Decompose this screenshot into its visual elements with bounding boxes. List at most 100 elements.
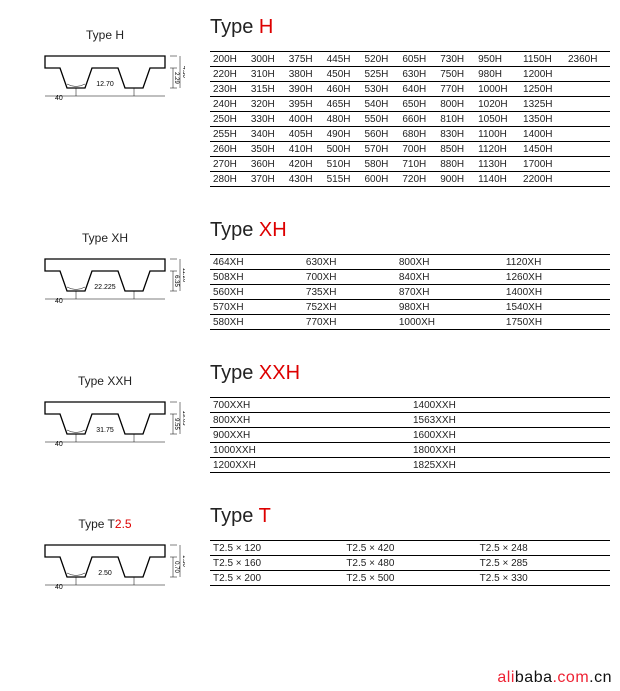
wm-part: .cn	[589, 669, 612, 686]
table-cell: 560H	[362, 127, 400, 142]
diagram-title-suffix: XH	[111, 231, 128, 245]
table-cell: 270H	[210, 157, 248, 172]
table-cell: 260H	[210, 142, 248, 157]
table-cell: 320H	[248, 97, 286, 112]
table-cell: 550H	[362, 112, 400, 127]
table-cell: 240H	[210, 97, 248, 112]
table-cell: 1140H	[475, 172, 520, 187]
table-cell: 430H	[286, 172, 324, 187]
table-cell: 465H	[324, 97, 362, 112]
svg-text:31.75: 31.75	[96, 427, 114, 434]
table-cell: 750H	[437, 67, 475, 82]
svg-text:40: 40	[55, 584, 63, 591]
table-cell: 1260XH	[503, 270, 610, 285]
table-cell: 370H	[248, 172, 286, 187]
section-type-xxh: Type XXH 31.75 40 9.55 19.05 Type XXH 70…	[0, 330, 620, 473]
table-row: 200H300H375H445H520H605H730H950H1150H236…	[210, 52, 610, 67]
table-cell: 410H	[286, 142, 324, 157]
section-type-xh: Type XH 22.225 40 6.35 11.20 Type XH 464…	[0, 187, 620, 330]
table-cell: 460H	[324, 82, 362, 97]
data-col-xh: Type XH 464XH630XH800XH1120XH508XH700XH8…	[210, 211, 620, 330]
heading-prefix: Type	[210, 362, 259, 384]
table-cell: 450H	[324, 67, 362, 82]
table-cell	[565, 112, 610, 127]
heading-prefix: Type	[210, 219, 259, 241]
table-cell: 1150H	[520, 52, 565, 67]
wm-part: ali	[497, 669, 515, 686]
table-cell: 2200H	[520, 172, 565, 187]
table-cell: 800XH	[396, 255, 503, 270]
diagram-title-suffix-red: 2.5	[115, 517, 132, 531]
section-type-t: Type T2.5 2.50 40 0.70 1.30 Type T T2.5 …	[0, 473, 620, 593]
belt-profile-icon: 2.50 40 0.70 1.30	[25, 533, 185, 593]
table-cell: T2.5 × 120	[210, 541, 343, 556]
belt-profile-icon: 12.70 40 2.29 4.30	[25, 44, 185, 104]
table-cell: T2.5 × 248	[477, 541, 610, 556]
wm-part: .com	[552, 669, 589, 686]
table-cell: 300H	[248, 52, 286, 67]
svg-text:0.70: 0.70	[173, 561, 179, 573]
table-cell: 1050H	[475, 112, 520, 127]
table-cell: 510H	[324, 157, 362, 172]
diagram-col-h: Type H 12.70 40 2.29 4.30	[0, 8, 210, 104]
svg-text:2.29: 2.29	[173, 72, 179, 84]
table-row: 1200XXH1825XXH	[210, 458, 610, 473]
table-row: 560XH735XH870XH1400XH	[210, 285, 610, 300]
alibaba-watermark: alibaba.com.cn	[497, 669, 612, 687]
table-cell: 464XH	[210, 255, 303, 270]
table-cell: 630H	[399, 67, 437, 82]
table-cell: 1200H	[520, 67, 565, 82]
table-cell: T2.5 × 420	[343, 541, 476, 556]
table-cell: 395H	[286, 97, 324, 112]
table-cell: 360H	[248, 157, 286, 172]
spec-table-xh: 464XH630XH800XH1120XH508XH700XH840XH1260…	[210, 254, 610, 330]
table-cell: 900XXH	[210, 428, 410, 443]
table-cell: T2.5 × 330	[477, 571, 610, 586]
table-cell: 500H	[324, 142, 362, 157]
table-cell: 1350H	[520, 112, 565, 127]
table-cell	[565, 67, 610, 82]
table-cell: 605H	[399, 52, 437, 67]
belt-profile-icon: 22.225 40 6.35 11.20	[25, 247, 185, 307]
table-cell	[565, 82, 610, 97]
spec-table-xxh: 700XXH1400XXH800XXH1563XXH900XXH1600XXH1…	[210, 397, 610, 473]
diagram-title-prefix: Type	[86, 28, 115, 42]
table-cell: 730H	[437, 52, 475, 67]
diagram-title-prefix: Type	[82, 231, 111, 245]
table-cell: 310H	[248, 67, 286, 82]
table-row: 270H360H420H510H580H710H880H1130H1700H	[210, 157, 610, 172]
table-cell: 650H	[399, 97, 437, 112]
table-cell: 830H	[437, 127, 475, 142]
table-cell: 720H	[399, 172, 437, 187]
table-cell: T2.5 × 480	[343, 556, 476, 571]
table-row: 240H320H395H465H540H650H800H1020H1325H	[210, 97, 610, 112]
diagram-title-t: Type T2.5	[78, 517, 131, 531]
table-cell: 570H	[362, 142, 400, 157]
diagram-col-xxh: Type XXH 31.75 40 9.55 19.05	[0, 354, 210, 450]
table-cell: 340H	[248, 127, 286, 142]
table-row: 570XH752XH980XH1540XH	[210, 300, 610, 315]
table-cell: 1000XH	[396, 315, 503, 330]
table-cell	[565, 97, 610, 112]
table-cell: 850H	[437, 142, 475, 157]
table-cell: 570XH	[210, 300, 303, 315]
table-cell: 840XH	[396, 270, 503, 285]
table-cell: 250H	[210, 112, 248, 127]
table-row: 464XH630XH800XH1120XH	[210, 255, 610, 270]
table-row: 700XXH1400XXH	[210, 398, 610, 413]
table-cell: 540H	[362, 97, 400, 112]
diagram-title-suffix: H	[115, 28, 124, 42]
table-cell: 445H	[324, 52, 362, 67]
svg-text:40: 40	[55, 441, 63, 448]
table-row: 1000XXH1800XXH	[210, 443, 610, 458]
svg-text:6.35: 6.35	[173, 275, 179, 287]
table-cell: 315H	[248, 82, 286, 97]
table-cell: 1100H	[475, 127, 520, 142]
diagram-title-prefix: Type T	[78, 517, 114, 531]
table-cell: 800XXH	[210, 413, 410, 428]
heading-suffix: H	[259, 16, 273, 38]
table-cell: T2.5 × 500	[343, 571, 476, 586]
table-cell	[565, 127, 610, 142]
table-cell: 1400XXH	[410, 398, 610, 413]
diagram-title-suffix: XXH	[107, 374, 132, 388]
